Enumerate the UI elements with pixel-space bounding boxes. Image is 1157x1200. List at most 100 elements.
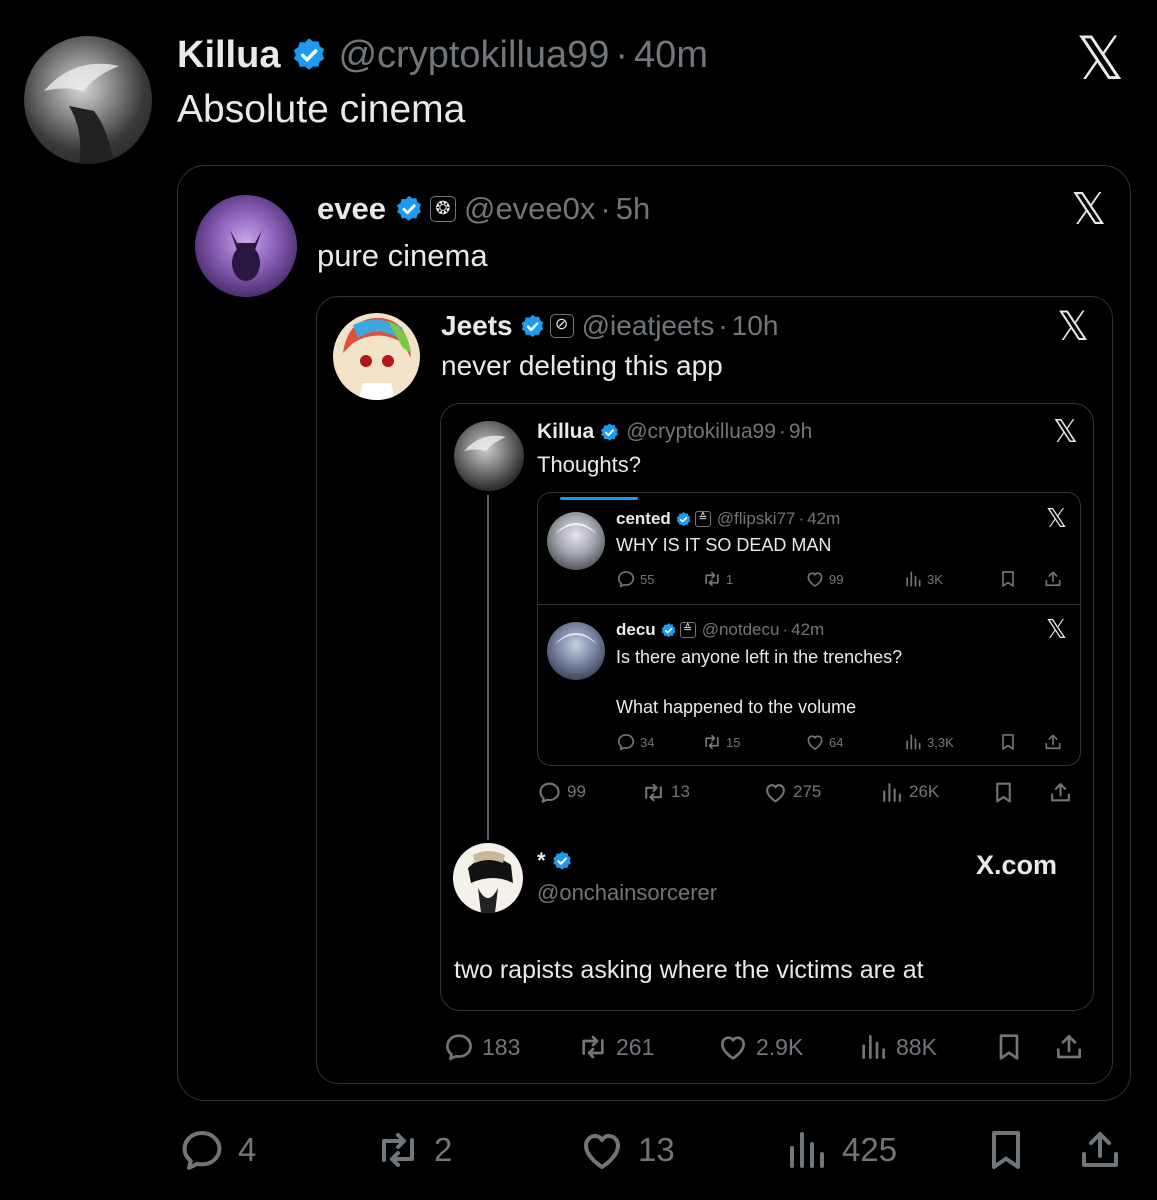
bookmark-button[interactable] [982,1126,1076,1174]
views-button[interactable]: 3,3K [903,732,998,752]
reply-text-line2: What happened to the volume [616,697,857,717]
author-handle[interactable]: @evee0x [464,191,595,227]
author-handle[interactable]: @cryptokillua99 [626,420,776,444]
author-handle[interactable]: @notdecu [702,620,780,640]
author-name[interactable]: Killua [537,420,594,444]
views-button[interactable]: 3K [903,569,998,589]
author-name[interactable]: Jeets [441,310,513,342]
reply-button[interactable]: 99 [537,780,641,805]
x-logo-icon: 𝕏 [1046,504,1067,534]
reply-icon [616,569,636,589]
like-count: 2.9K [756,1033,804,1060]
like-button[interactable]: 275 [763,780,879,805]
repost-count: 261 [616,1033,655,1060]
post-time[interactable]: 42m [807,509,840,529]
repost-button[interactable]: 2 [374,1126,578,1174]
reply-header: decu ≙ @notdecu · 42m [616,618,824,642]
share-button[interactable] [1043,569,1063,589]
reply-count: 34 [640,734,655,750]
bookmark-button[interactable] [998,732,1043,752]
reply-button[interactable]: 34 [616,732,702,752]
post-text: pure cinema [317,238,488,273]
author-name[interactable]: * [537,848,546,874]
like-button[interactable]: 64 [805,732,903,752]
author-name[interactable]: decu [616,620,656,640]
share-icon [1048,780,1073,805]
bookmark-button[interactable] [991,780,1048,805]
reply-button[interactable]: 4 [178,1126,374,1174]
reply-button[interactable]: 183 [443,1031,577,1063]
avatar[interactable] [547,512,605,570]
verified-icon [519,313,546,340]
reply-card-header: * [537,848,573,874]
repost-button[interactable]: 13 [641,780,763,805]
views-button[interactable]: 26K [879,780,991,805]
post-time[interactable]: 9h [789,420,812,444]
avatar[interactable] [453,843,523,913]
author-name[interactable]: Killua [177,34,280,77]
avatar-image [343,318,411,400]
author-name[interactable]: cented [616,509,671,529]
author-handle[interactable]: @cryptokillua99 [338,34,609,77]
like-icon [805,569,825,589]
separator-dot: · [615,33,629,76]
avatar[interactable] [454,421,524,491]
repost-button[interactable]: 15 [702,732,805,752]
views-count: 3,3K [927,734,954,750]
views-count: 88K [896,1033,937,1060]
repost-button[interactable]: 261 [577,1031,717,1063]
share-button[interactable] [1076,1126,1124,1174]
like-icon [717,1031,749,1063]
like-icon [805,732,825,752]
avatar-image [230,230,262,281]
like-button[interactable]: 99 [805,569,903,589]
reply-divider [537,604,1081,605]
reply-icon [616,732,636,752]
post-time[interactable]: 5h [616,191,650,227]
reply-button[interactable]: 55 [616,569,702,589]
author-handle[interactable]: @onchainsorcerer [537,880,717,906]
author-handle[interactable]: @ieatjeets [582,310,715,342]
thread-line [487,495,489,840]
avatar[interactable] [24,36,152,164]
verified-icon [394,194,424,224]
views-button[interactable]: 88K [857,1031,993,1063]
reply-icon [178,1126,226,1174]
bookmark-icon [998,569,1018,589]
author-handle[interactable]: @flipski77 [717,509,796,529]
like-button[interactable]: 2.9K [717,1031,857,1063]
views-icon [903,732,923,752]
share-button[interactable] [1043,732,1063,752]
post-time[interactable]: 42m [791,620,824,640]
bookmark-button[interactable] [998,569,1043,589]
post-time[interactable]: 10h [732,310,779,342]
avatar-image [44,63,119,164]
avatar[interactable] [195,195,297,297]
repost-count: 2 [434,1131,453,1168]
share-icon [1076,1126,1124,1174]
repost-button[interactable]: 1 [702,569,805,589]
separator-dot: · [782,620,789,639]
share-icon [1043,569,1063,589]
site-label[interactable]: X.com [976,850,1057,881]
like-button[interactable]: 13 [578,1126,782,1174]
repost-icon [702,569,722,589]
avatar[interactable] [547,622,605,680]
reply-actions: 55 1 99 3K [616,567,1071,591]
views-button[interactable]: 425 [782,1126,982,1174]
avatar-image [555,633,597,644]
reply-header: cented ≙ @flipski77 · 42m [616,507,840,531]
reply-icon [443,1031,475,1063]
avatar[interactable] [333,313,420,400]
share-button[interactable] [1053,1031,1085,1063]
author-name[interactable]: evee [317,191,386,227]
repost-icon [641,780,666,805]
bookmark-button[interactable] [993,1031,1053,1063]
bookmark-icon [998,732,1018,752]
post-time[interactable]: 40m [634,34,708,77]
views-count: 26K [909,782,940,801]
reply-count: 4 [238,1131,257,1168]
reply-card-text: two rapists asking where the victims are… [454,956,924,984]
like-icon [578,1126,626,1174]
share-button[interactable] [1048,780,1073,805]
